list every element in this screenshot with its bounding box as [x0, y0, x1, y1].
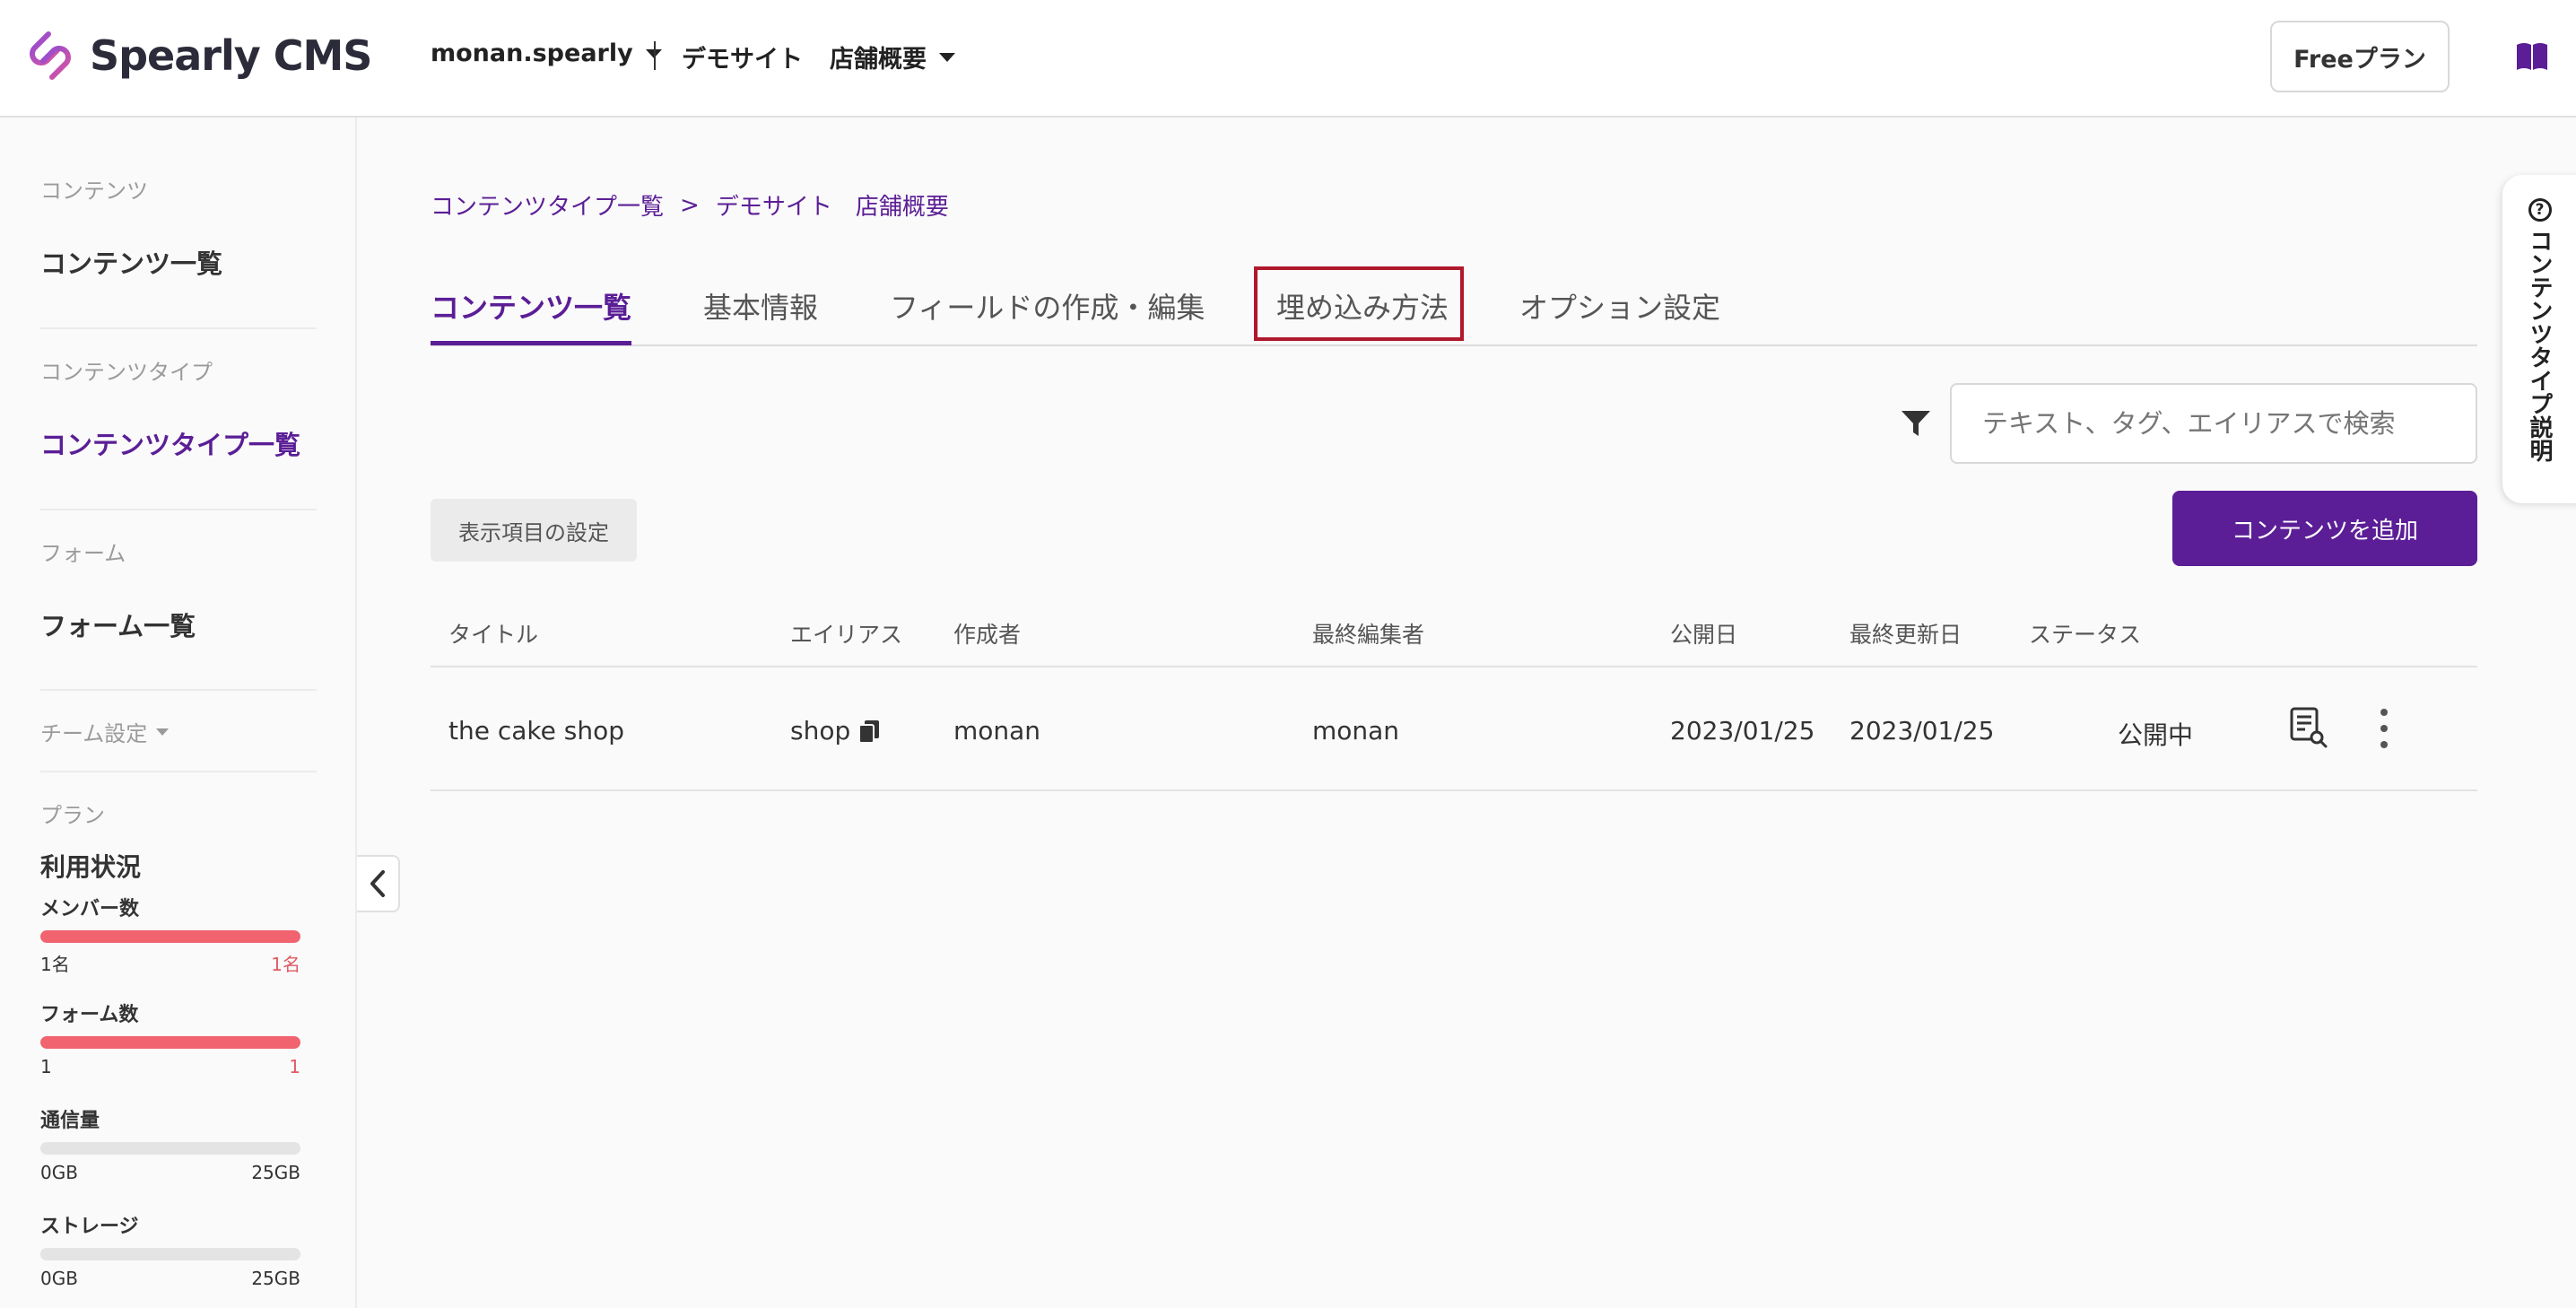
usage-bar-storage	[40, 1248, 300, 1260]
content-type-name: 店舗概要	[830, 46, 927, 74]
header-divider	[654, 41, 656, 70]
chevron-left-icon	[370, 870, 385, 897]
app-logo[interactable]: Spearly CMS	[22, 27, 372, 84]
more-vertical-icon[interactable]	[2377, 709, 2391, 748]
cell-published: 2023/01/25	[1670, 716, 1815, 746]
usage-label-traffic: 通信量	[40, 1110, 100, 1132]
tab-basic-info[interactable]: 基本情報	[703, 285, 818, 327]
content-type-description-tab[interactable]: ? コンテンツタイプ説明	[2502, 175, 2576, 503]
usage-label-forms: フォーム数	[40, 1004, 139, 1026]
display-settings-button[interactable]: 表示項目の設定	[431, 499, 637, 562]
usage-max-forms: 1	[289, 1056, 300, 1077]
usage-max-members: 1名	[271, 954, 300, 975]
cell-editor: monan	[1312, 716, 1400, 746]
sidebar-divider	[40, 327, 317, 329]
team-name: monan.spearly	[431, 39, 633, 67]
sidebar-team-settings[interactable]: チーム設定	[40, 716, 170, 747]
sidebar-item-content-type-list[interactable]: コンテンツタイプ一覧	[40, 424, 300, 462]
column-header-published[interactable]: 公開日	[1670, 617, 1737, 650]
sidebar-section-content: コンテンツ	[40, 179, 148, 204]
sidebar: コンテンツ コンテンツ一覧 コンテンツタイプ コンテンツタイプ一覧 フォーム フ…	[0, 118, 357, 1308]
tab-content-list[interactable]: コンテンツ一覧	[431, 285, 631, 327]
column-header-status[interactable]: ステータス	[2029, 617, 2141, 650]
column-header-editor[interactable]: 最終編集者	[1312, 617, 1424, 650]
search-input[interactable]	[1950, 383, 2477, 464]
usage-max-storage: 25GB	[251, 1268, 300, 1289]
usage-title: 利用状況	[40, 852, 142, 882]
cell-title[interactable]: the cake shop	[448, 716, 624, 746]
tab-field-edit[interactable]: フィールドの作成・編集	[890, 285, 1205, 327]
breadcrumb-current: デモサイト 店舗概要	[715, 194, 949, 221]
usage-min-storage: 0GB	[40, 1268, 78, 1289]
plan-button[interactable]: Freeプラン	[2270, 21, 2450, 92]
alias-text: shop	[790, 716, 851, 746]
usage-max-traffic: 25GB	[251, 1162, 300, 1183]
sidebar-item-content-list[interactable]: コンテンツ一覧	[40, 243, 222, 281]
sidebar-section-form: フォーム	[40, 541, 126, 566]
sidebar-section-plan: プラン	[40, 803, 105, 828]
cell-status: 公開中	[2118, 720, 2194, 750]
sidebar-item-form-list[interactable]: フォーム一覧	[40, 606, 196, 643]
team-settings-label: チーム設定	[40, 721, 148, 746]
copy-icon[interactable]	[857, 719, 881, 744]
logo-text: Spearly CMS	[90, 31, 372, 80]
book-icon[interactable]	[2515, 41, 2549, 72]
filter-icon[interactable]	[1900, 408, 1932, 439]
column-header-title[interactable]: タイトル	[448, 617, 538, 650]
usage-min-members: 1名	[40, 954, 70, 975]
column-header-updated[interactable]: 最終更新日	[1849, 617, 1962, 650]
column-header-alias[interactable]: エイリアス	[790, 617, 902, 650]
table-header-divider	[431, 666, 2477, 667]
preview-icon[interactable]	[2289, 706, 2328, 749]
top-header: Spearly CMS monan.spearly デモサイト 店舗概要 Fre…	[0, 0, 2576, 118]
sidebar-collapse-button[interactable]	[357, 855, 400, 912]
content-type-selector[interactable]: デモサイト 店舗概要	[682, 39, 955, 74]
chevron-down-icon	[156, 728, 170, 736]
add-content-button[interactable]: コンテンツを追加	[2172, 491, 2477, 566]
tab-highlight-box	[1254, 266, 1464, 341]
usage-bar-fill	[40, 930, 300, 943]
table-row-divider	[431, 789, 2477, 791]
usage-bar-members	[40, 930, 300, 943]
sidebar-divider	[40, 689, 317, 691]
usage-bar-fill	[40, 1036, 300, 1049]
sidebar-divider	[40, 771, 317, 772]
breadcrumb-parent[interactable]: コンテンツタイプ一覧	[431, 188, 664, 222]
usage-bar-forms	[40, 1036, 300, 1049]
sidebar-section-content-type: コンテンツタイプ	[40, 360, 213, 385]
tab-option-settings[interactable]: オプション設定	[1519, 285, 1720, 327]
chevron-down-icon	[939, 52, 955, 62]
usage-min-traffic: 0GB	[40, 1162, 78, 1183]
usage-min-forms: 1	[40, 1056, 52, 1077]
cell-updated: 2023/01/25	[1849, 716, 1995, 746]
team-selector[interactable]: monan.spearly	[431, 39, 662, 67]
active-tab-indicator	[431, 341, 631, 345]
breadcrumb: コンテンツタイプ一覧 > デモサイト 店舗概要	[431, 188, 949, 222]
side-tab-label: コンテンツタイプ説明	[2526, 229, 2553, 462]
usage-bar-traffic	[40, 1142, 300, 1155]
sidebar-divider	[40, 509, 317, 510]
help-icon: ?	[2528, 198, 2552, 222]
cell-alias: shop	[790, 716, 881, 746]
breadcrumb-separator: >	[680, 191, 700, 219]
side-tab-content: ? コンテンツタイプ説明	[2523, 198, 2556, 462]
usage-label-storage: ストレージ	[40, 1216, 139, 1238]
site-name: デモサイト	[682, 46, 803, 74]
column-header-author[interactable]: 作成者	[953, 617, 1021, 650]
usage-label-members: メンバー数	[40, 898, 140, 920]
cell-author: monan	[953, 716, 1041, 746]
spearly-logo-icon	[30, 31, 71, 80]
